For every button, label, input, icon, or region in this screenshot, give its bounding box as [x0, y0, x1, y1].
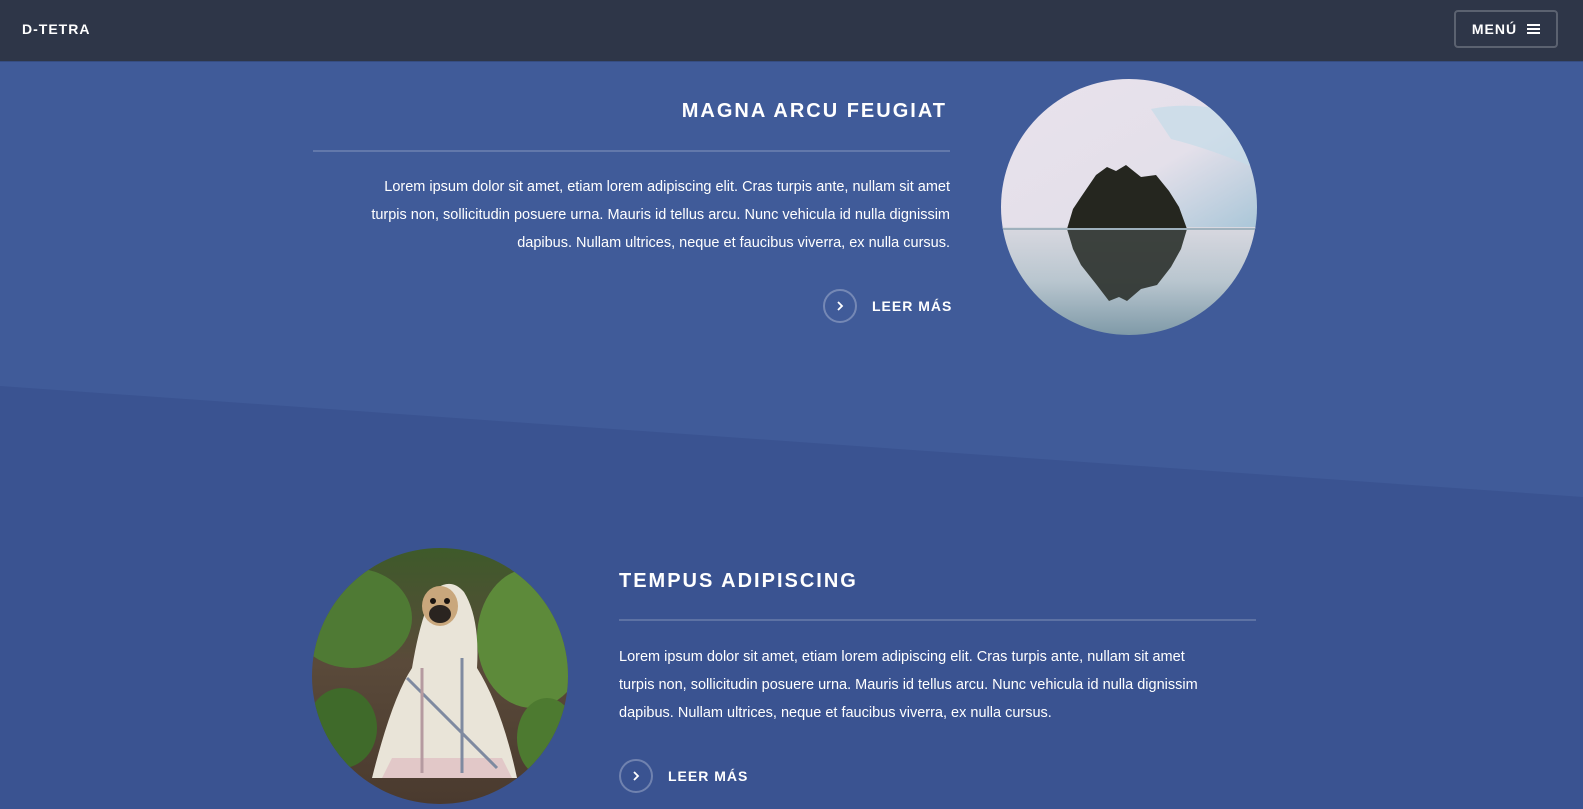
- feature-divider: [313, 150, 950, 152]
- chevron-right-icon: [619, 759, 653, 793]
- feature-description: Lorem ipsum dolor sit amet, etiam lorem …: [290, 173, 950, 257]
- site-header: D-TETRA MENÚ: [0, 0, 1583, 61]
- feature-description: Lorem ipsum dolor sit amet, etiam lorem …: [619, 643, 1279, 727]
- rock-island-photo: [1001, 79, 1257, 335]
- read-more-label: LEER MÁS: [872, 298, 953, 314]
- hamburger-icon: [1527, 24, 1541, 34]
- feature-description-line: Lorem ipsum dolor sit amet, etiam lorem …: [384, 179, 950, 195]
- feature-description-line: turpis non, sollicitudin posuere urna. M…: [619, 677, 1198, 693]
- feature-title: TEMPUS ADIPISCING: [619, 570, 858, 592]
- feature-divider: [619, 619, 1256, 621]
- menu-label: MENÚ: [1471, 21, 1518, 37]
- feature-description-line: turpis non, sollicitudin posuere urna. M…: [371, 207, 950, 223]
- feature-description-line: dapibus. Nullam ultrices, neque et fauci…: [619, 705, 1052, 721]
- feature-title: MAGNA ARCU FEUGIAT: [681, 100, 947, 122]
- feature-description-line: Lorem ipsum dolor sit amet, etiam lorem …: [619, 649, 1185, 665]
- site-logo[interactable]: D-TETRA: [22, 21, 90, 37]
- menu-button[interactable]: MENÚ: [1454, 10, 1558, 48]
- read-more-link[interactable]: LEER MÁS: [823, 289, 952, 323]
- read-more-label: LEER MÁS: [668, 768, 749, 784]
- pug-blanket-photo: [312, 548, 568, 804]
- chevron-right-icon: [823, 289, 857, 323]
- read-more-link[interactable]: LEER MÁS: [619, 759, 748, 793]
- feature-description-line: dapibus. Nullam ultrices, neque et fauci…: [517, 235, 950, 251]
